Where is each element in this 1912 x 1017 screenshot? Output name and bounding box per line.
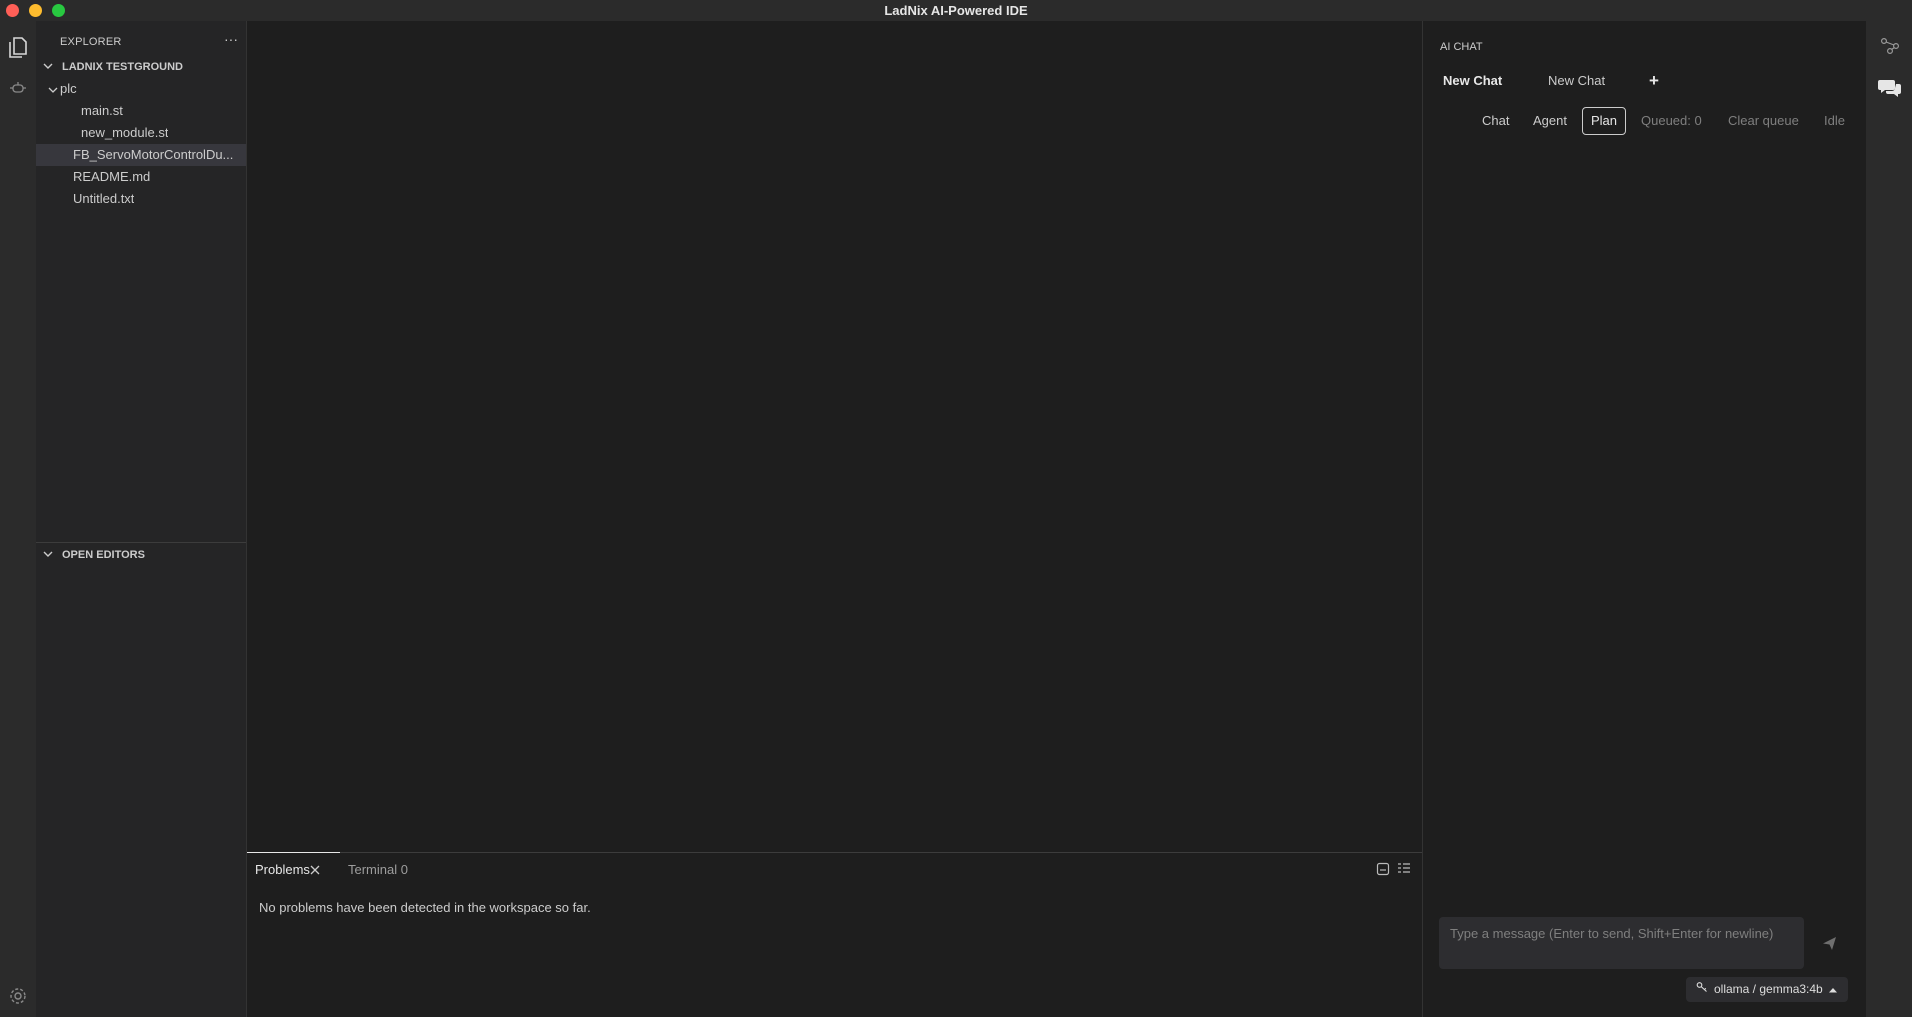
mode-chat-button[interactable]: Chat	[1473, 107, 1518, 135]
tree-item-label: new_module.st	[81, 125, 169, 140]
send-icon[interactable]	[1822, 936, 1837, 954]
workspace-name: LADNIX TESTGROUND	[62, 61, 183, 73]
tree-item-label: main.st	[81, 103, 123, 118]
files-icon[interactable]	[5, 33, 31, 61]
mode-plan-button[interactable]: Plan	[1582, 107, 1627, 135]
more-actions-icon[interactable]: ···	[224, 31, 238, 47]
tree-folder-plc[interactable]: plc	[36, 78, 246, 100]
tab-problems[interactable]: Problems	[255, 862, 310, 884]
tree-file-untitled[interactable]: Untitled.txt	[36, 188, 246, 210]
settings-icon[interactable]	[6, 984, 30, 1008]
chevron-down-icon	[42, 548, 54, 563]
tab-terminal[interactable]: Terminal 0	[348, 862, 408, 884]
key-icon	[1696, 977, 1708, 1002]
clear-queue-button[interactable]: Clear queue	[1728, 113, 1799, 128]
chat-status: Idle	[1824, 113, 1845, 128]
tree-file-readme[interactable]: README.md	[36, 166, 246, 188]
active-tab-indicator	[247, 852, 340, 853]
title-bar: LadNix AI-Powered IDE	[0, 0, 1912, 21]
mode-agent-button[interactable]: Agent	[1524, 107, 1576, 135]
model-selector[interactable]: ollama / gemma3:4b	[1686, 977, 1848, 1002]
tab-label: Problems	[255, 862, 310, 877]
panel-layout-icon[interactable]	[1376, 862, 1390, 879]
ai-chat-panel: AI CHAT New Chat New Chat + Chat Agent P…	[1422, 21, 1866, 1017]
chat-header: AI CHAT	[1440, 41, 1483, 53]
tree-item-label: plc	[60, 81, 77, 96]
close-icon[interactable]	[309, 864, 321, 879]
tab-label: Terminal 0	[348, 862, 408, 877]
editor-area[interactable]	[247, 21, 1422, 853]
explorer-title: EXPLORER	[60, 36, 122, 48]
explorer-sidebar: EXPLORER ··· LADNIX TESTGROUND plc main.…	[36, 21, 247, 1017]
chat-tabs: New Chat New Chat +	[1423, 71, 1863, 101]
open-editors-section-header[interactable]: OPEN EDITORS	[36, 544, 246, 566]
activity-bar-right	[1866, 21, 1912, 1017]
chat-message-input[interactable]: Type a message (Enter to send, Shift+Ent…	[1439, 917, 1804, 969]
chevron-down-icon	[48, 83, 58, 98]
chat-tab-active[interactable]: New Chat	[1443, 73, 1502, 88]
chat-tab[interactable]: New Chat	[1548, 73, 1605, 88]
tree-item-label: README.md	[73, 169, 151, 184]
activity-bar-left	[0, 21, 36, 1017]
open-editors-label: OPEN EDITORS	[62, 549, 145, 561]
tree-item-label: Untitled.txt	[73, 191, 135, 206]
tree-item-label: FB_ServoMotorControlDu...	[73, 147, 234, 162]
chevron-down-icon	[42, 60, 54, 75]
flow-icon[interactable]	[1879, 35, 1901, 57]
debug-icon[interactable]	[7, 77, 29, 99]
model-label: ollama / gemma3:4b	[1714, 982, 1823, 996]
workspace-section-header[interactable]: LADNIX TESTGROUND	[36, 56, 246, 78]
tree-file-new-module[interactable]: new_module.st	[36, 122, 246, 144]
mode-toolbar: Chat Agent Plan Queued: 0 Clear queue Id…	[1423, 107, 1863, 137]
tree-file-main[interactable]: main.st	[36, 100, 246, 122]
chat-bubbles-icon[interactable]	[1877, 76, 1903, 100]
caret-up-icon	[1828, 977, 1837, 1002]
tree-file-fb-servo[interactable]: FB_ServoMotorControlDu...	[36, 144, 246, 166]
filter-list-icon[interactable]	[1397, 862, 1411, 879]
problems-message: No problems have been detected in the wo…	[259, 900, 591, 915]
queued-count: Queued: 0	[1641, 113, 1702, 128]
section-divider	[36, 542, 246, 543]
window-title: LadNix AI-Powered IDE	[884, 3, 1028, 18]
add-chat-button[interactable]: +	[1649, 71, 1659, 91]
bottom-panel: Problems Terminal 0 No problems have bee…	[247, 852, 1422, 1017]
explorer-header: EXPLORER ···	[36, 21, 246, 55]
